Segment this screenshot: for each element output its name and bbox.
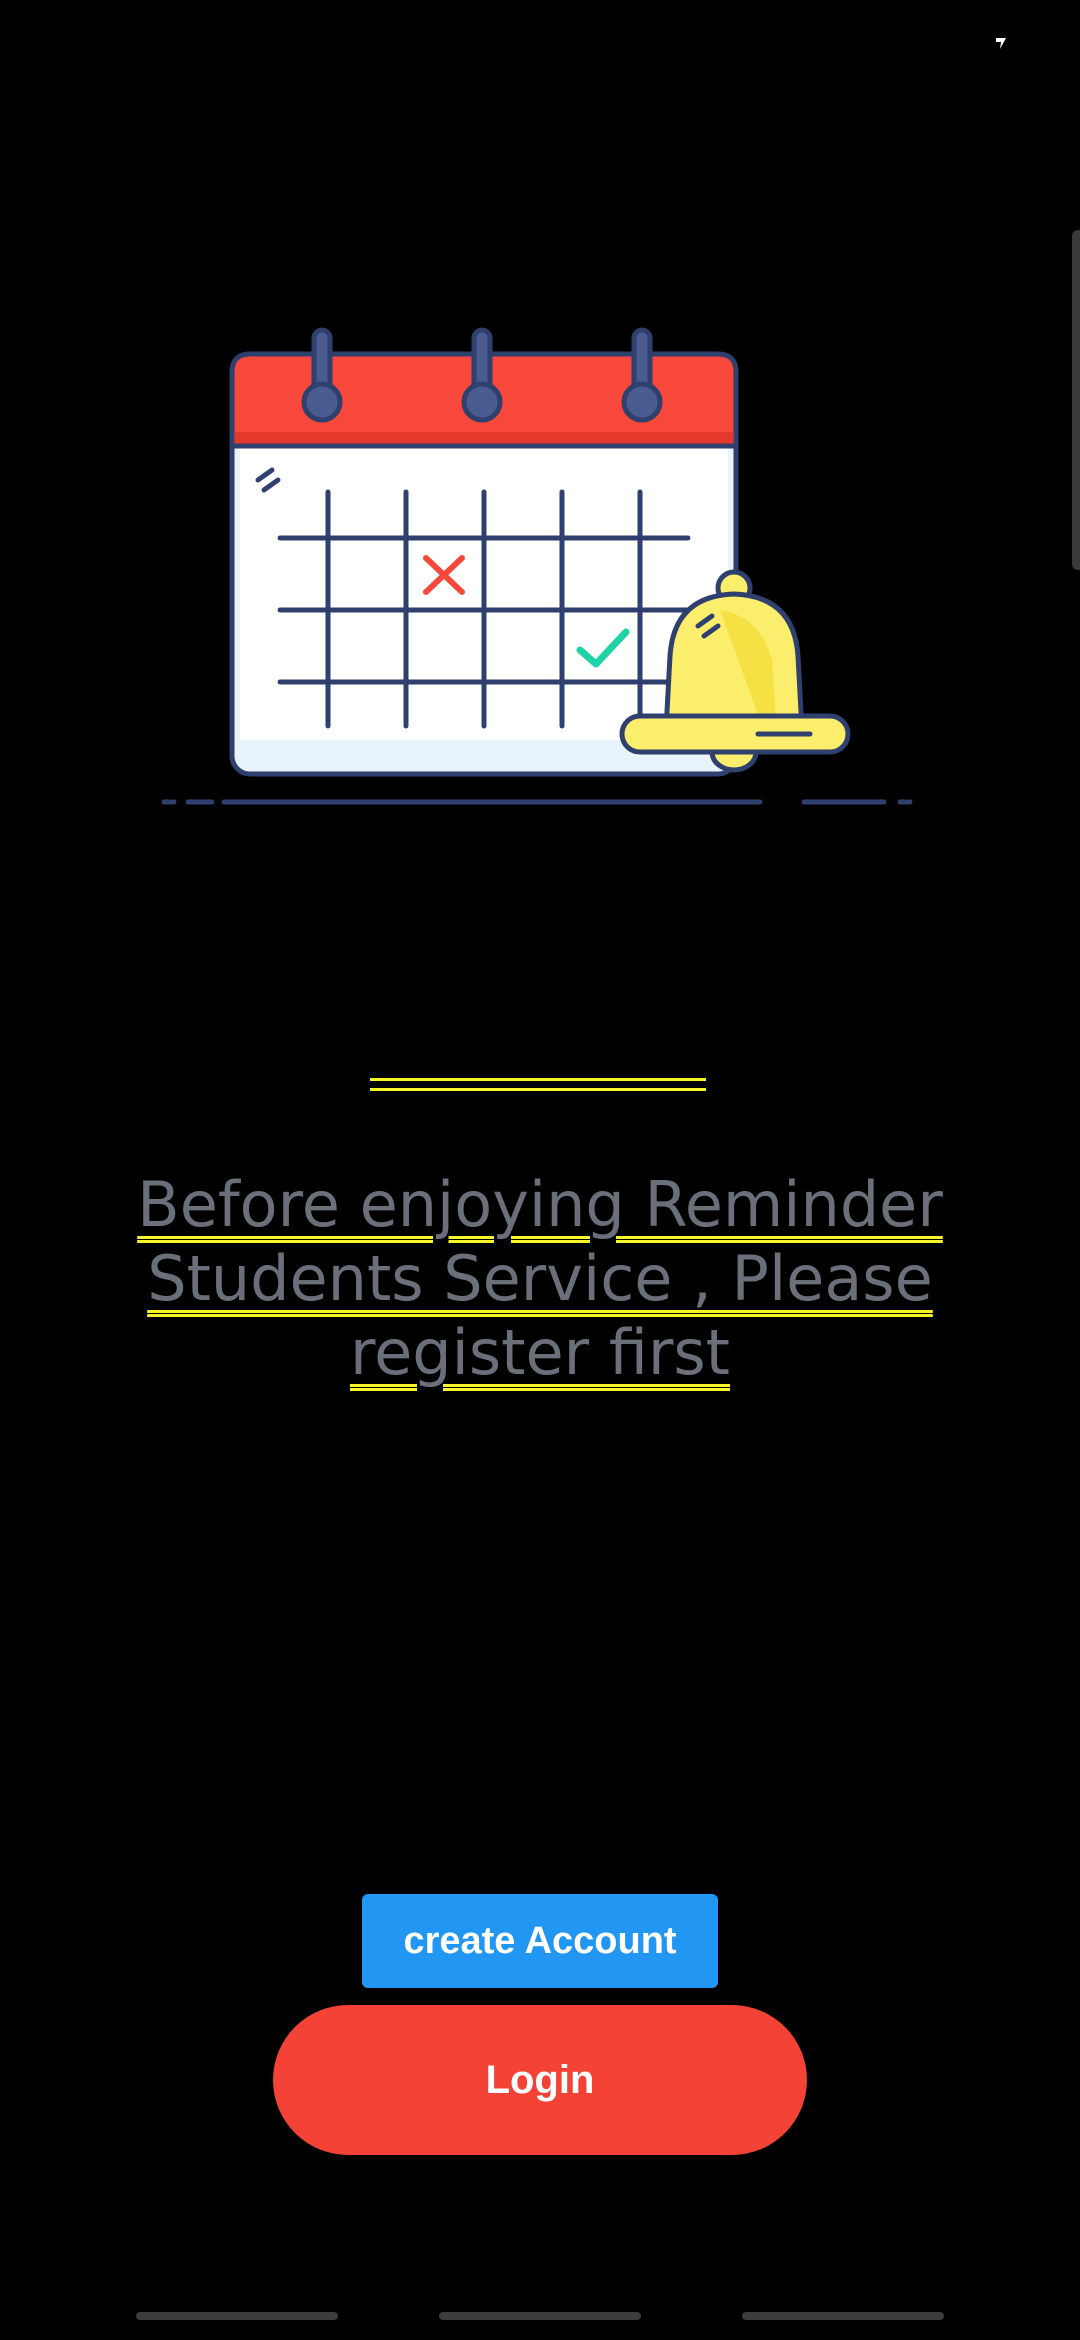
create-account-button[interactable]: create Account xyxy=(362,1894,718,1988)
system-navigation-bar xyxy=(0,2312,1080,2322)
calendar-icon xyxy=(229,327,739,777)
message-line-1: Before enjoying Reminder xyxy=(137,1168,943,1241)
message-line-3: register first xyxy=(350,1316,730,1389)
nav-pill-center[interactable] xyxy=(439,2312,641,2320)
nav-pill-left[interactable] xyxy=(136,2312,338,2320)
message-line-2: Students Service , Please xyxy=(147,1242,933,1315)
nav-pill-right[interactable] xyxy=(742,2312,944,2320)
register-message: Before enjoying Reminder Students Servic… xyxy=(120,1168,960,1390)
login-button[interactable]: Login xyxy=(273,2005,807,2155)
calendar-bell-illustration xyxy=(161,327,913,805)
side-scroll-handle[interactable] xyxy=(1072,230,1080,570)
title-underline xyxy=(370,1078,706,1094)
signal-icon xyxy=(996,38,1006,49)
